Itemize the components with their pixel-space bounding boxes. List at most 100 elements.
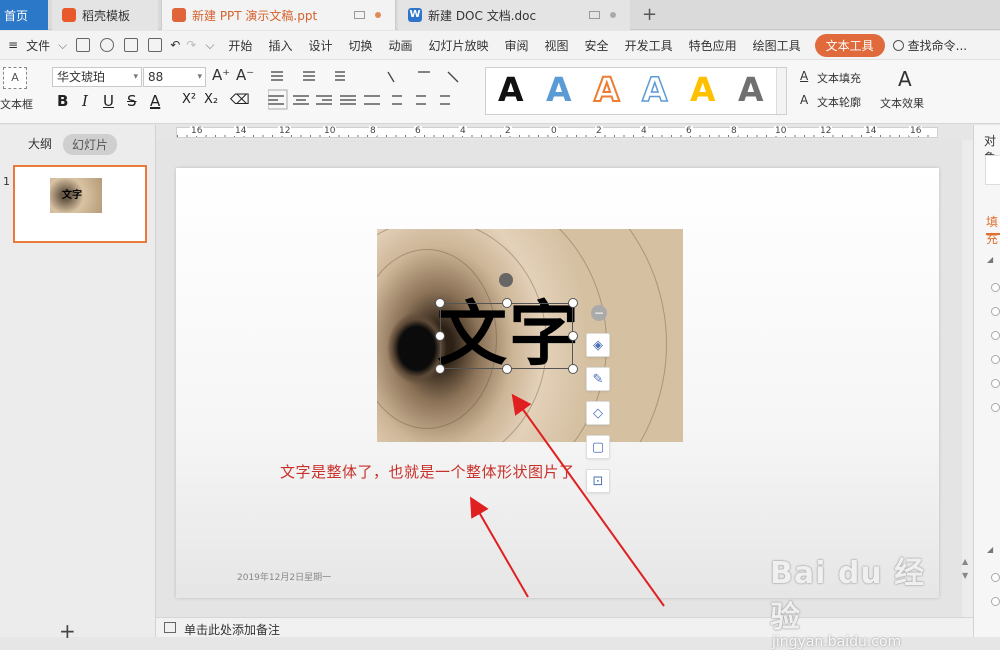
strikethrough-button[interactable]: S (127, 92, 137, 110)
doc-icon: W (408, 8, 422, 22)
ruler-tick: 4 (459, 126, 467, 136)
rotate-handle-icon[interactable] (499, 273, 513, 287)
text-outline-button[interactable]: 文本轮廓 (817, 94, 861, 110)
menu-insert[interactable]: 插入 (260, 37, 300, 54)
new-tab-button[interactable]: + (642, 4, 657, 25)
font-color-button[interactable]: A (150, 92, 160, 110)
resize-handle[interactable] (502, 364, 512, 374)
font-size-select[interactable]: 88 (143, 67, 206, 87)
textbox-icon[interactable]: A (3, 67, 27, 89)
notes-placeholder: 单击此处添加备注 (184, 623, 281, 637)
wordart-white-outline[interactable]: A (641, 69, 668, 110)
export-pdf-icon[interactable] (100, 38, 115, 52)
font-family-select[interactable]: 华文琥珀 (52, 67, 142, 87)
textbox-tool-icon[interactable]: ⊡ (586, 469, 610, 493)
bold-button[interactable]: B (57, 92, 68, 110)
resize-handle[interactable] (568, 298, 578, 308)
fill-option-radio[interactable] (991, 379, 1000, 388)
expand-icon[interactable]: ◢ (987, 255, 993, 264)
add-slide-button[interactable]: + (59, 619, 76, 643)
menu-features[interactable]: 特色应用 (681, 37, 745, 54)
wordart-blue[interactable]: A (546, 70, 572, 109)
menu-slideshow[interactable]: 幻灯片放映 (421, 37, 497, 54)
menu-view[interactable]: 视图 (537, 37, 577, 54)
unsaved-dot-icon[interactable] (375, 12, 381, 18)
resize-handle[interactable] (568, 364, 578, 374)
tab-bar: 首页 稻壳模板 新建 PPT 演示文稿.ppt W 新建 DOC 文档.doc … (0, 0, 1000, 30)
menu-file[interactable]: 文件 (26, 37, 58, 54)
monitor-icon[interactable] (589, 11, 600, 19)
grow-font-button[interactable]: A⁺ (212, 66, 230, 84)
vertical-scrollbar[interactable] (962, 140, 973, 617)
line-option-radio[interactable] (991, 597, 1000, 606)
italic-button[interactable]: I (82, 92, 88, 110)
clear-format-icon[interactable]: ⌫ (230, 92, 250, 108)
watermark-url: jingyan.baidu.com (772, 634, 902, 650)
textbox-button[interactable]: 文本框 (0, 96, 33, 112)
fill-option-radio[interactable] (991, 307, 1000, 316)
slide-thumbnail[interactable]: 文字 (13, 165, 147, 243)
find-command[interactable]: 查找命令... (892, 37, 967, 54)
tab-daoke-template[interactable]: 稻壳模板 (52, 0, 158, 30)
text-effect-button[interactable]: 文本效果 (880, 95, 924, 111)
wordart-gold[interactable]: A (690, 70, 716, 109)
menu-review[interactable]: 审阅 (497, 37, 537, 54)
fill-option-radio[interactable] (991, 283, 1000, 292)
redo-icon[interactable]: ↷ (183, 38, 199, 52)
superscript-button[interactable]: X² (182, 92, 196, 107)
fill-option-radio[interactable] (991, 355, 1000, 364)
menu-start[interactable]: 开始 (220, 37, 260, 54)
tab-template-label: 稻壳模板 (82, 8, 131, 23)
line-option-radio[interactable] (991, 573, 1000, 582)
chevron-down-icon[interactable]: ⌵ (58, 38, 71, 53)
wordart-gallery: A A A A A A (485, 67, 787, 115)
close-dot-icon[interactable] (610, 12, 616, 18)
border-icon[interactable]: ▢ (586, 435, 610, 459)
menu-developer[interactable]: 开发工具 (617, 37, 681, 54)
wordart-black[interactable]: A (498, 70, 524, 109)
tab-ppt-document[interactable]: 新建 PPT 演示文稿.ppt (161, 0, 396, 30)
customize-icon[interactable]: ⌵ (199, 38, 220, 53)
resize-handle[interactable] (568, 331, 578, 341)
resize-handle[interactable] (435, 364, 445, 374)
text-fill-button[interactable]: 文本填充 (817, 70, 861, 86)
thumbnail-image: 文字 (50, 178, 102, 213)
brush-icon[interactable]: ✎ (586, 367, 610, 391)
menu-design[interactable]: 设计 (300, 37, 340, 54)
underline-button[interactable]: U (103, 92, 114, 110)
menu-transition[interactable]: 切换 (340, 37, 380, 54)
text-effect-icon: A (898, 67, 912, 91)
fill-option-radio[interactable] (991, 331, 1000, 340)
hamburger-icon[interactable]: ≡ (0, 38, 26, 52)
menu-security[interactable]: 安全 (577, 37, 617, 54)
wordart-gray[interactable]: A (738, 70, 764, 109)
menu-drawing-tools[interactable]: 绘图工具 (745, 37, 809, 54)
wordart-orange-outline[interactable]: A (593, 69, 621, 110)
menu-text-tools[interactable]: 文本工具 (814, 33, 885, 57)
menu-animation[interactable]: 动画 (380, 37, 420, 54)
tab-doc-document[interactable]: W 新建 DOC 文档.doc (398, 0, 630, 30)
tab-home[interactable]: 首页 (0, 0, 48, 30)
print-icon[interactable] (124, 38, 139, 52)
resize-handle[interactable] (435, 298, 445, 308)
print-preview-icon[interactable] (148, 38, 163, 52)
resize-handle[interactable] (435, 331, 445, 341)
layers-icon[interactable]: ◈ (586, 333, 610, 357)
collapse-icon[interactable]: − (591, 305, 607, 321)
ruler-tick: 16 (909, 126, 923, 136)
shrink-font-button[interactable]: A⁻ (236, 66, 254, 84)
expand-icon[interactable]: ◢ (987, 545, 993, 554)
ruler-tick: 4 (640, 126, 648, 136)
monitor-icon[interactable] (354, 11, 365, 19)
resize-handle[interactable] (502, 298, 512, 308)
tab-outline[interactable]: 大纲 (28, 135, 52, 152)
tab-slides[interactable]: 幻灯片 (63, 134, 118, 155)
save-icon[interactable] (76, 38, 91, 52)
subscript-button[interactable]: X₂ (204, 92, 218, 107)
scroll-arrows[interactable]: ▲ ▼ (962, 555, 968, 583)
fill-bucket-icon[interactable]: ◇ (586, 401, 610, 425)
panel-tab-fill[interactable]: 填充 (986, 213, 1000, 247)
wordart-scroll[interactable] (776, 68, 786, 114)
undo-icon[interactable]: ↶ (167, 38, 183, 52)
fill-option-radio[interactable] (991, 403, 1000, 412)
